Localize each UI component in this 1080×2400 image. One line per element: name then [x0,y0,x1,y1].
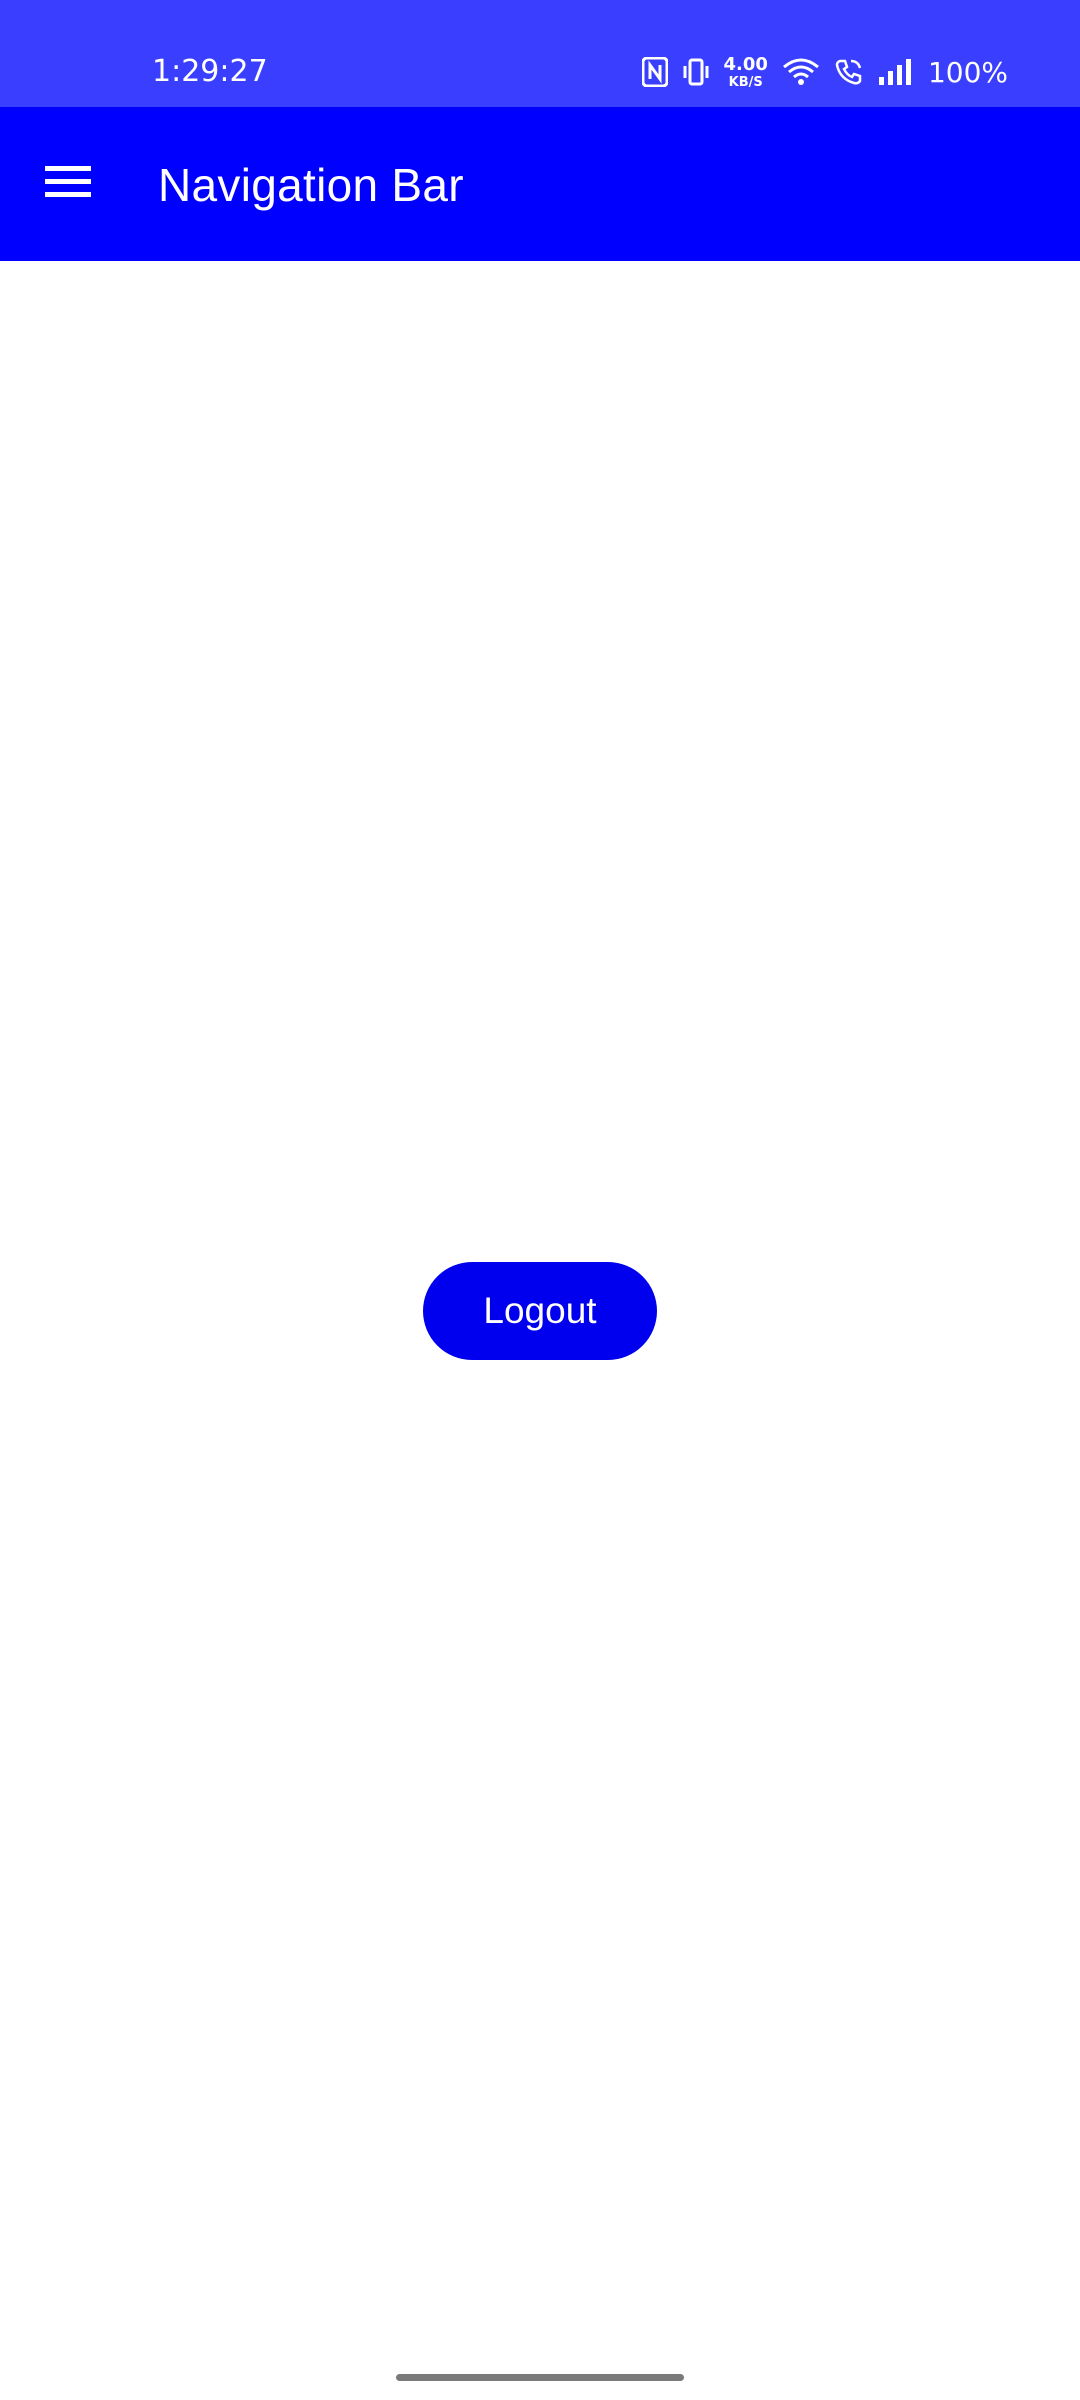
status-icons: 4.00 KB/S 100% [641,50,1008,94]
gesture-navigation-bar[interactable] [396,2374,684,2381]
net-speed-value: 4.00 [723,53,768,75]
menu-button[interactable] [30,146,106,222]
nfc-icon [641,57,668,87]
status-bar: 1:29:27 4.00 KB/S 100% [0,0,1080,107]
battery-percent: 100% [927,55,1008,89]
vibrate-icon [682,57,710,87]
hamburger-menu-icon [45,165,91,204]
wifi-icon [782,57,820,87]
screen: 1:29:27 4.00 KB/S 100% Navigation Bar Lo… [0,0,1080,2400]
app-bar-title: Navigation Bar [158,159,464,211]
net-speed-unit: KB/S [728,74,763,90]
net-speed: 4.00 KB/S [723,53,768,90]
logout-button[interactable]: Logout [423,1262,657,1360]
wifi-calling-icon [834,57,864,87]
app-bar: Navigation Bar [0,107,1080,261]
signal-icon [878,58,914,86]
status-time: 1:29:27 [152,54,268,89]
